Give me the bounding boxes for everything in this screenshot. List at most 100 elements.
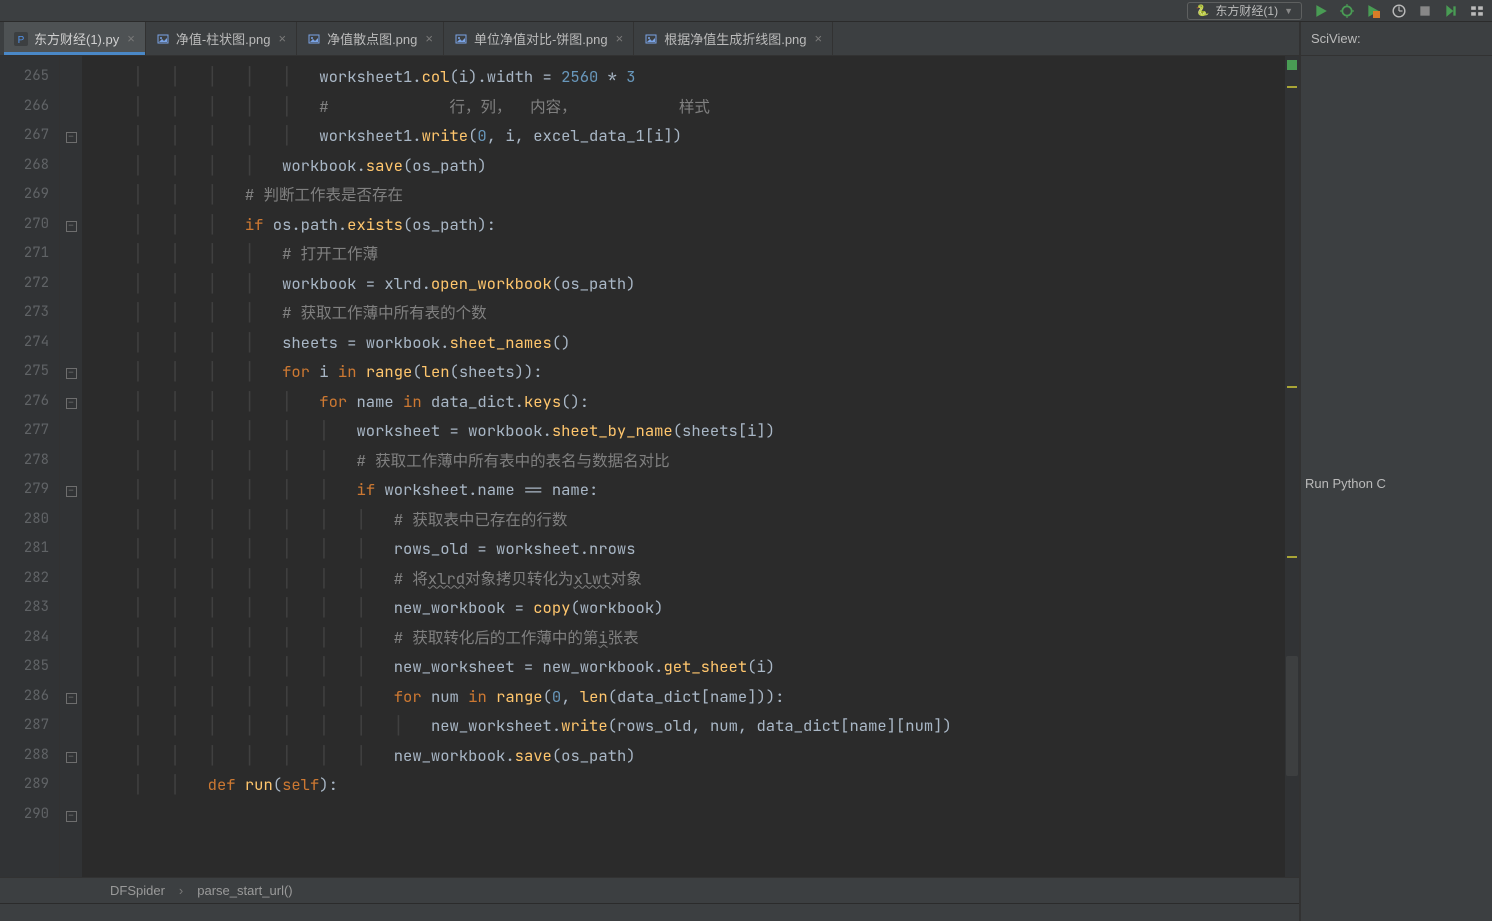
code-line[interactable]: │ │ │ │ │ │ │ rows_old = worksheet.nrows [96,534,1285,564]
code-line[interactable]: │ │ │ │ │ │ │ new_workbook = copy(workbo… [96,593,1285,623]
fold-toggle-icon[interactable]: − [66,752,77,763]
code-line[interactable]: │ │ │ if os.path.exists(os_path): [96,210,1285,240]
editor-tabs: P东方财经(1).py×净值-柱状图.png×净值散点图.png×单位净值对比-… [0,22,1299,56]
code-line[interactable]: │ │ │ │ │ │ │ # 获取转化后的工作薄中的第i张表 [96,623,1285,653]
error-stripe[interactable] [1285,56,1299,877]
breadcrumb-item[interactable]: parse_start_url() [197,883,292,898]
image-file-icon [454,32,468,46]
tab-label: 净值-柱状图.png [176,29,271,48]
code-line[interactable]: │ │ │ │ │ worksheet1.col(i).width = 2560… [96,62,1285,92]
editor-area: P东方财经(1).py×净值-柱状图.png×净值散点图.png×单位净值对比-… [0,22,1300,921]
fold-toggle-icon[interactable]: − [66,398,77,409]
editor-tab[interactable]: P东方财经(1).py× [4,22,146,55]
code-line[interactable]: │ │ │ │ sheets = workbook.sheet_names() [96,328,1285,358]
close-icon[interactable]: × [815,31,823,46]
chevron-down-icon: ▼ [1284,6,1293,16]
sciview-panel: SciView: Run Python C [1300,22,1492,921]
status-bar [0,903,1299,921]
run-config-selector[interactable]: 🐍 东方财经(1) ▼ [1187,2,1302,20]
line-number: 286 [0,682,49,712]
svg-text:P: P [18,35,25,46]
code-line[interactable]: │ │ │ │ for i in range(len(sheets)): [96,357,1285,387]
attach-icon[interactable] [1444,4,1458,18]
image-file-icon [156,32,170,46]
line-number: 288 [0,741,49,771]
debug-icon[interactable] [1340,4,1354,18]
code-line[interactable]: │ │ │ │ │ # 行，列， 内容， 样式 [96,92,1285,122]
python-icon: 🐍 [1196,4,1210,17]
breadcrumb: DFSpider › parse_start_url() [0,877,1299,903]
run-with-coverage-icon[interactable] [1366,4,1380,18]
code-line[interactable]: │ │ │ │ workbook.save(os_path) [96,151,1285,181]
sciview-title: SciView: [1301,22,1492,56]
line-number: 270 [0,210,49,240]
line-number: 281 [0,534,49,564]
editor-tab[interactable]: 净值散点图.png × [297,22,444,55]
line-number: 276 [0,387,49,417]
line-number: 267 [0,121,49,151]
line-number: 285 [0,652,49,682]
code-line[interactable]: │ │ │ │ workbook = xlrd.open_workbook(os… [96,269,1285,299]
fold-toggle-icon[interactable]: − [66,486,77,497]
code-line[interactable]: │ │ │ │ │ │ │ # 将xlrd对象拷贝转化为xlwt对象 [96,564,1285,594]
fold-toggle-icon[interactable]: − [66,368,77,379]
line-number: 268 [0,151,49,181]
line-number: 274 [0,328,49,358]
editor-tab[interactable]: 净值-柱状图.png × [146,22,297,55]
inspection-ok-icon [1287,60,1297,70]
scrollbar-thumb[interactable] [1286,656,1298,776]
close-icon[interactable]: × [127,31,135,46]
code-line[interactable]: │ │ │ │ │ │ │ # 获取表中已存在的行数 [96,505,1285,535]
editor-tab[interactable]: 根据净值生成折线图.png× [634,22,833,55]
line-number: 280 [0,505,49,535]
code-line[interactable]: │ │ │ │ │ │ │ │ new_worksheet.write(rows… [96,711,1285,741]
code-line[interactable]: │ │ │ │ │ │ worksheet = workbook.sheet_b… [96,416,1285,446]
line-number: 283 [0,593,49,623]
sciview-run-link[interactable]: Run Python C [1301,476,1492,491]
code-line[interactable]: │ │ │ │ │ worksheet1.write(0, i, excel_d… [96,121,1285,151]
close-icon[interactable]: × [425,31,433,46]
fold-toggle-icon[interactable]: − [66,693,77,704]
fold-toggle-icon[interactable]: − [66,132,77,143]
sciview-body: Run Python C [1301,56,1492,921]
fold-toggle-icon[interactable]: − [66,221,77,232]
line-number: 278 [0,446,49,476]
code-line[interactable]: │ │ │ │ │ │ if worksheet.name == name: [96,475,1285,505]
line-number: 271 [0,239,49,269]
code-line[interactable]: │ │ │ # 判断工作表是否存在 [96,180,1285,210]
line-number: 289 [0,770,49,800]
stop-icon[interactable] [1418,4,1432,18]
line-number: 279 [0,475,49,505]
python-file-icon: P [14,32,28,46]
image-file-icon [307,32,321,46]
code-line[interactable]: │ │ │ │ │ │ # 获取工作薄中所有表中的表名与数据名对比 [96,446,1285,476]
line-number: 266 [0,92,49,122]
fold-toggle-icon[interactable]: − [66,811,77,822]
line-number: 269 [0,180,49,210]
breakpoints-icon[interactable] [1470,4,1484,18]
line-number-gutter: 2652662672682692702712722732742752762772… [0,56,60,877]
close-icon[interactable]: × [278,31,286,46]
profile-icon[interactable] [1392,4,1406,18]
line-number: 265 [0,62,49,92]
breadcrumb-item[interactable]: DFSpider [110,883,165,898]
code-line[interactable]: │ │ │ │ # 打开工作薄 [96,239,1285,269]
warning-mark[interactable] [1287,556,1297,558]
warning-mark[interactable] [1287,86,1297,88]
code-line[interactable]: │ │ │ │ │ │ │ for num in range(0, len(da… [96,682,1285,712]
line-number: 275 [0,357,49,387]
editor-tab[interactable]: 单位净值对比-饼图.png× [444,22,634,55]
code-line[interactable]: │ │ def run(self): [96,770,1285,800]
run-icon[interactable] [1314,4,1328,18]
line-number: 284 [0,623,49,653]
code-line[interactable]: │ │ │ │ │ for name in data_dict.keys(): [96,387,1285,417]
close-icon[interactable]: × [616,31,624,46]
code-line[interactable]: │ │ │ │ # 获取工作薄中所有表的个数 [96,298,1285,328]
code-line[interactable]: │ │ │ │ │ │ │ new_worksheet = new_workbo… [96,652,1285,682]
code-editor[interactable]: │ │ │ │ │ worksheet1.col(i).width = 2560… [82,56,1285,877]
breadcrumb-sep-icon: › [179,883,183,898]
line-number: 273 [0,298,49,328]
code-line[interactable]: │ │ │ │ │ │ │ new_workbook.save(os_path) [96,741,1285,771]
warning-mark[interactable] [1287,386,1297,388]
tab-label: 净值散点图.png [327,29,417,48]
